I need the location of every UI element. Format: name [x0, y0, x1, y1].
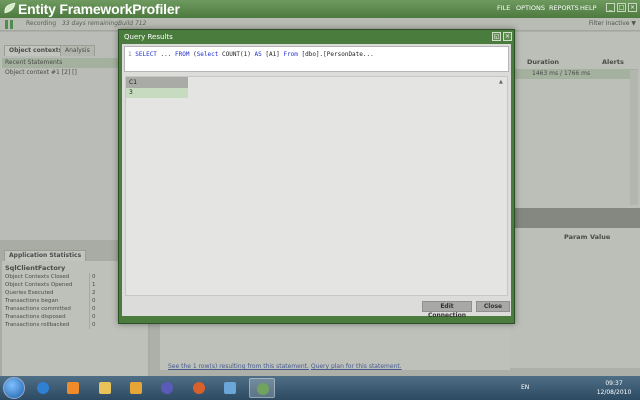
clock[interactable]: 09:37 12/08/2010	[596, 379, 632, 397]
language-indicator[interactable]: EN	[521, 384, 529, 391]
restore-icon[interactable]: ◱	[492, 32, 501, 41]
taskbar: EN 09:37 12/08/2010	[0, 376, 640, 400]
dialog-body: 1 SELECT ... FROM (Select COUNT(1) AS [A…	[122, 44, 511, 319]
sql-keyword: FROM	[175, 51, 190, 58]
taskbar-media[interactable]	[60, 378, 86, 398]
close-button[interactable]: Close	[476, 301, 510, 312]
dialog-close-icon[interactable]: ×	[503, 32, 512, 41]
maximize-icon[interactable]: □	[617, 3, 626, 12]
edit-connection-button[interactable]: Edit Connection	[422, 301, 472, 319]
sql-keyword: SELECT	[135, 51, 157, 58]
sql-keyword: From	[283, 51, 298, 58]
tool-icon	[224, 382, 236, 394]
grid-cell[interactable]: 3	[126, 88, 188, 98]
profiler-icon	[257, 383, 269, 395]
menu-options[interactable]: OPTIONS	[516, 4, 545, 12]
sql-token: (	[189, 51, 197, 58]
grid-column-header[interactable]: C1	[126, 77, 188, 88]
scroll-up-icon[interactable]: ▲	[499, 79, 503, 85]
grid-scrollbar[interactable]: ▲	[499, 79, 505, 294]
outlook-icon	[130, 382, 142, 394]
sql-keyword: Select	[196, 51, 219, 58]
taskbar-ie[interactable]	[30, 378, 56, 398]
clock-time: 09:37	[605, 380, 623, 387]
close-icon[interactable]: ×	[628, 3, 637, 12]
taskbar-explorer[interactable]	[92, 378, 118, 398]
results-grid: C1 3 ▲	[125, 76, 508, 296]
taskbar-outlook[interactable]	[123, 378, 149, 398]
app-logo-icon	[4, 2, 16, 14]
clock-date: 12/08/2010	[596, 389, 632, 396]
folder-icon	[99, 382, 111, 394]
query-results-dialog: Query Results ◱ × 1 SELECT ... FROM (Sel…	[118, 29, 515, 324]
dialog-title: Query Results	[124, 33, 173, 41]
taskbar-profiler[interactable]	[249, 378, 275, 398]
menu-help[interactable]: HELP	[580, 4, 597, 12]
sql-token: [A1]	[261, 51, 284, 58]
menu-file[interactable]: FILE	[497, 4, 510, 12]
media-player-icon	[67, 382, 79, 394]
app-icon	[161, 382, 173, 394]
line-number: 1	[128, 51, 132, 58]
taskbar-tool[interactable]	[217, 378, 243, 398]
sql-editor[interactable]: 1 SELECT ... FROM (Select COUNT(1) AS [A…	[124, 46, 509, 72]
start-button[interactable]	[3, 377, 25, 399]
app-title: Entity FrameworkProfiler	[18, 1, 180, 17]
sql-token: COUNT(1)	[218, 51, 255, 58]
menu-reports[interactable]: REPORTS	[549, 4, 579, 12]
title-bar: Entity FrameworkProfiler FILE OPTIONS RE…	[0, 0, 640, 18]
sql-keyword: AS	[254, 51, 262, 58]
firefox-icon	[193, 382, 205, 394]
ie-icon	[37, 382, 49, 394]
taskbar-app[interactable]	[154, 378, 180, 398]
minimize-icon[interactable]: _	[606, 3, 615, 12]
sql-token: ...	[156, 51, 175, 58]
taskbar-firefox[interactable]	[186, 378, 212, 398]
sql-token: [dbo].[PersonDate...	[297, 51, 374, 58]
sql-text: 1 SELECT ... FROM (Select COUNT(1) AS [A…	[128, 51, 374, 58]
